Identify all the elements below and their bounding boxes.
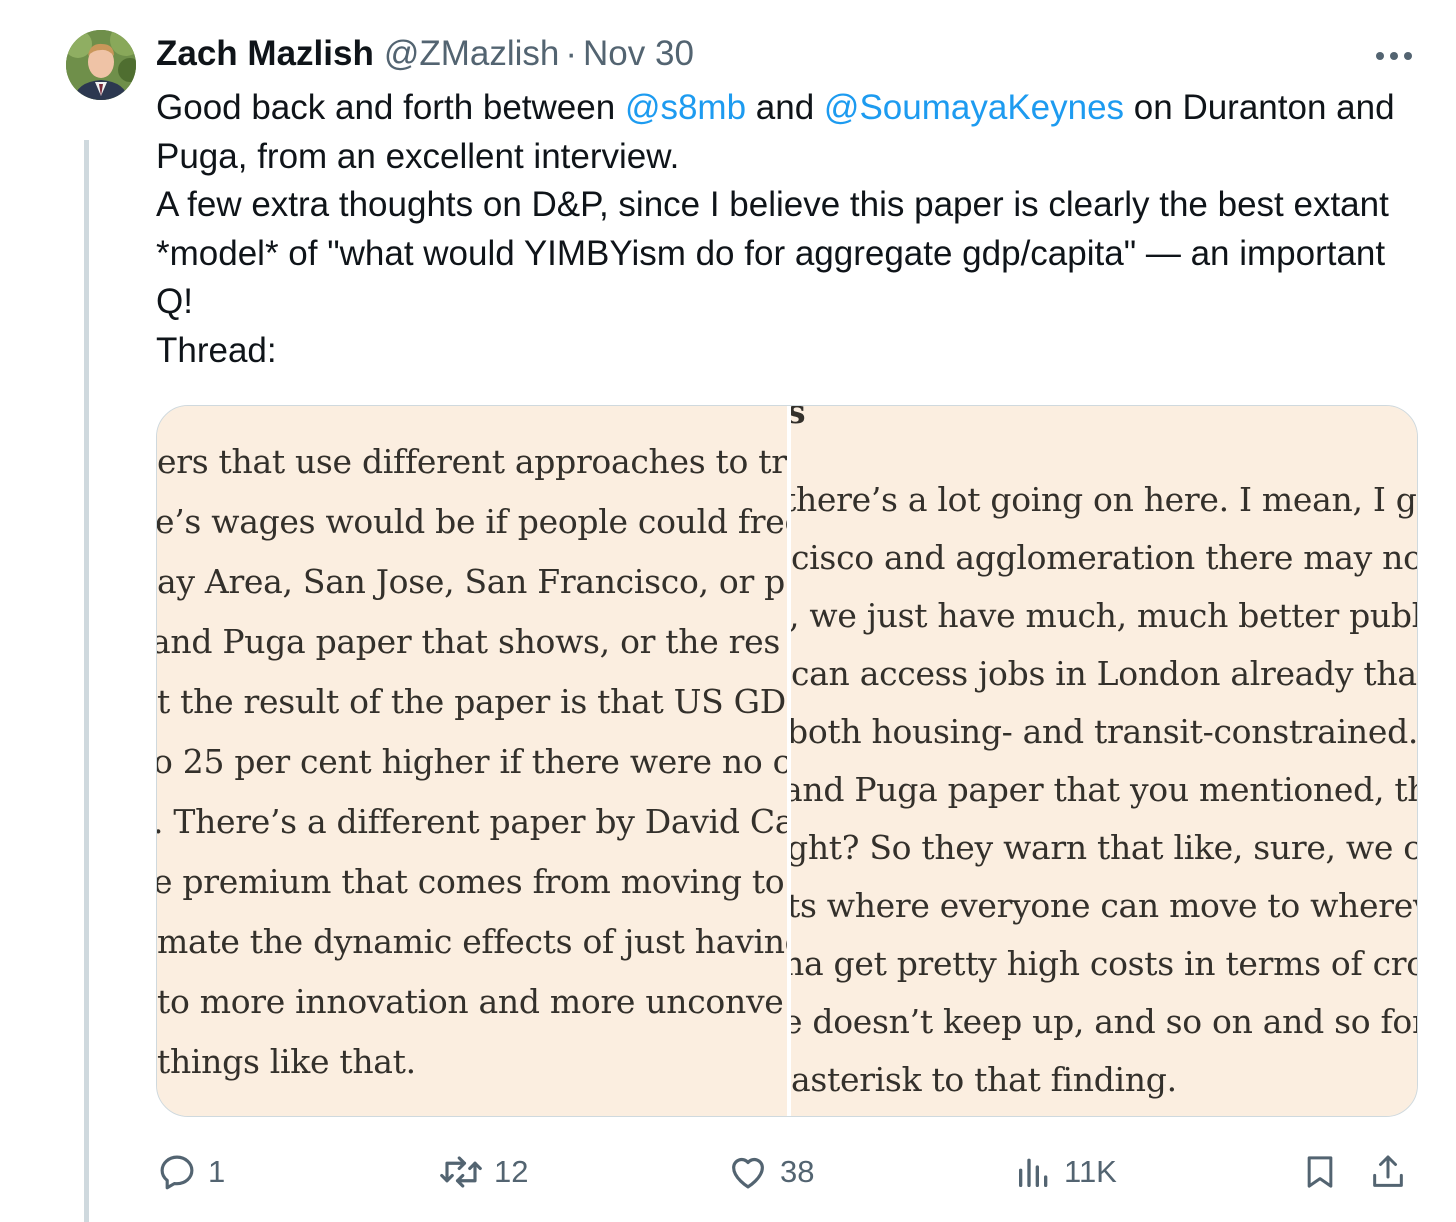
- right-text-line: both housing- and transit-constrained.: [791, 712, 1417, 751]
- more-options-button[interactable]: [1368, 38, 1420, 74]
- thread-connector-line: [84, 140, 89, 1222]
- right-text-line: asterisk to that finding.: [791, 1060, 1177, 1099]
- like-icon: [732, 1157, 764, 1189]
- media-image[interactable]: ers that use different approaches to try…: [156, 405, 1418, 1117]
- right-text-line: e doesn’t keep up, and so on and so fort…: [791, 1002, 1417, 1041]
- tweet-header: Zach Mazlish @ZMazlish · Nov 30: [156, 30, 694, 78]
- right-text-line: s: [791, 406, 806, 431]
- view-count: 11K: [1064, 1154, 1117, 1189]
- left-text-line: to more innovation and more unconve: [157, 982, 784, 1021]
- tweet-paragraph-3: Thread:: [156, 330, 277, 370]
- right-text-line: ght? So they warn that like, sure, we ca…: [791, 828, 1417, 867]
- reply-count: 1: [208, 1154, 226, 1189]
- right-text-line: , we just have much, much better public: [791, 596, 1417, 635]
- author-handle[interactable]: @ZMazlish: [384, 34, 560, 74]
- left-text-line: o 25 per cent higher if there were no co: [157, 742, 787, 781]
- left-text-line: . There’s a different paper by David Ca: [157, 802, 787, 841]
- left-text-line: e’s wages would be if people could freel: [157, 502, 787, 541]
- left-text-line: t the result of the paper is that US GDI: [157, 682, 787, 721]
- left-text-line: ers that use different approaches to try: [157, 442, 787, 481]
- left-text-line: e premium that comes from moving to: [157, 862, 785, 901]
- right-text-line: na get pretty high costs in terms of cro…: [791, 944, 1417, 983]
- bookmark-icon: [1307, 1156, 1333, 1188]
- tweet-actions-bar: 1 12 38 11K: [156, 1146, 1426, 1198]
- mention-s8mb[interactable]: @s8mb: [625, 88, 746, 127]
- author-name[interactable]: Zach Mazlish: [156, 34, 374, 74]
- repost-button[interactable]: 12: [438, 1146, 528, 1198]
- views-button[interactable]: 11K: [1014, 1146, 1117, 1198]
- tweet-paragraph-1: Good back and forth between @s8mb and @S…: [156, 84, 1426, 181]
- left-text-line: things like that.: [157, 1042, 416, 1081]
- right-text-line: can access jobs in London already than: [791, 654, 1417, 693]
- like-button[interactable]: 38: [726, 1146, 814, 1198]
- tweet-date[interactable]: Nov 30: [583, 34, 694, 74]
- share-button[interactable]: [1368, 1146, 1408, 1198]
- tweet-text: Good back and forth between @s8mb and @S…: [156, 84, 1426, 375]
- header-separator: ·: [565, 34, 578, 73]
- avatar-photo: [66, 30, 136, 100]
- text-span: and: [746, 88, 824, 127]
- right-text-line: and Puga paper that you mentioned, the: [791, 770, 1417, 809]
- mention-soumayakeynes[interactable]: @SoumayaKeynes: [824, 88, 1124, 127]
- right-text-line: ts where everyone can move to whereve: [791, 886, 1417, 925]
- bookmark-button[interactable]: [1300, 1146, 1340, 1198]
- reply-icon: [160, 1155, 194, 1190]
- right-text-line: cisco and agglomeration there may not: [791, 538, 1417, 577]
- like-count: 38: [780, 1154, 815, 1189]
- left-text-line: and Puga paper that shows, or the res: [157, 622, 780, 661]
- repost-count: 12: [494, 1154, 529, 1189]
- left-text-line: mate the dynamic effects of just having: [157, 922, 787, 961]
- text-span: Good back and forth between: [156, 88, 625, 127]
- reply-button[interactable]: 1: [156, 1146, 225, 1198]
- left-text-line: ay Area, San Jose, San Francisco, or p: [157, 562, 785, 601]
- media-panel-right: s there’s a lot going on here. I mean, I…: [791, 406, 1417, 1116]
- media-panel-left: ers that use different approaches to try…: [157, 406, 787, 1116]
- share-icon: [1373, 1155, 1403, 1187]
- more-icon: [1376, 52, 1412, 60]
- avatar[interactable]: [66, 30, 136, 100]
- right-text-line: there’s a lot going on here. I mean, I g…: [791, 480, 1417, 519]
- views-icon: [1019, 1158, 1048, 1187]
- repost-icon: [440, 1156, 482, 1188]
- tweet-paragraph-2: A few extra thoughts on D&P, since I bel…: [156, 185, 1389, 321]
